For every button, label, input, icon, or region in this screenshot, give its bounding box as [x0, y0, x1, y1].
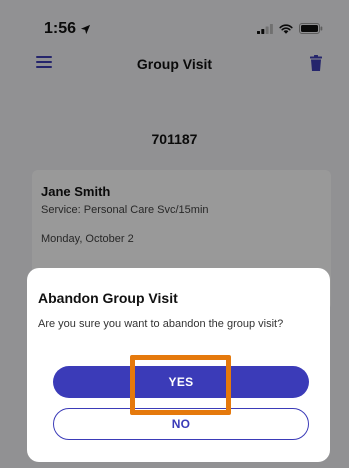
app-screen: 1:56 Group Visit 701187 Jane Smith Servi…: [0, 0, 349, 468]
dialog-title: Abandon Group Visit: [38, 290, 178, 306]
dialog-message: Are you sure you want to abandon the gro…: [38, 318, 284, 330]
highlight-box: [130, 355, 231, 415]
